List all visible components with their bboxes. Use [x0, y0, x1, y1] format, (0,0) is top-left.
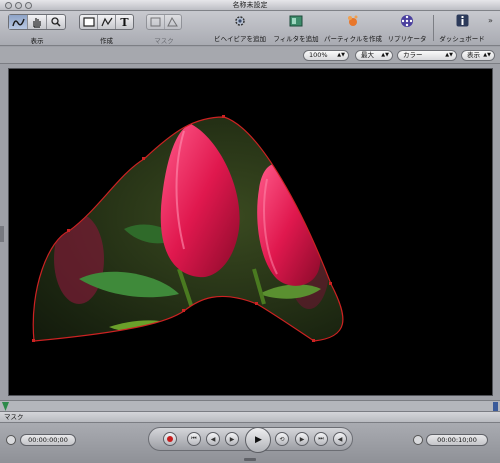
- close-icon[interactable]: [5, 2, 12, 9]
- left-resize-handle[interactable]: [0, 226, 4, 242]
- duration-value: 00:00:10;00: [437, 436, 477, 444]
- previous-frame-button[interactable]: ◀: [206, 432, 220, 446]
- toolbar-divider: [433, 15, 434, 41]
- text-icon[interactable]: T: [116, 15, 133, 29]
- minimize-icon[interactable]: [15, 2, 22, 9]
- popup-arrow-icon: ▲▼: [445, 52, 453, 58]
- add-behavior-button[interactable]: ビヘイビアを追加: [212, 13, 268, 43]
- popup-arrow-icon: ▲▼: [337, 52, 345, 58]
- dashboard-button[interactable]: ダッシュボード: [438, 13, 486, 43]
- masked-flower-image[interactable]: [9, 69, 494, 397]
- play-button[interactable]: ▶: [225, 432, 239, 446]
- overflow-chevron-icon[interactable]: »: [488, 16, 493, 25]
- add-filter-label: フィルタを追加: [273, 35, 319, 43]
- mask-tools-group: [146, 14, 182, 30]
- view-popup[interactable]: 表示 ▲▼: [461, 50, 495, 61]
- next-frame-button[interactable]: ▶: [295, 432, 309, 446]
- timeline-tab-label: マスク: [4, 413, 24, 421]
- bezier-icon[interactable]: [9, 15, 28, 29]
- go-to-end-button[interactable]: ⏭: [314, 432, 328, 446]
- create-group-label: 作成: [100, 37, 113, 45]
- go-to-start-button[interactable]: ⏮: [187, 432, 201, 446]
- channels-value: カラー: [403, 51, 423, 59]
- replicator-label: リプリケータ: [387, 35, 427, 43]
- transport-bar: 00:00:00;00 ⏮ ◀ ▶ ▶ ⟲ ▶ ⏭ ◀ 00:00:10;00: [0, 423, 500, 463]
- view-group-label: 表示: [30, 37, 44, 45]
- magnifier-icon[interactable]: [47, 15, 65, 29]
- create-particle-button[interactable]: パーティクルを作成: [323, 13, 383, 43]
- title-bar: 名称未設定: [0, 0, 500, 11]
- duration-field[interactable]: 00:00:10;00: [426, 434, 488, 446]
- resolution-value: 最大: [361, 51, 374, 59]
- pen-icon[interactable]: [98, 15, 116, 29]
- loop-button[interactable]: ⟲: [275, 432, 289, 446]
- view-value: 表示: [467, 51, 480, 59]
- rectangle-icon[interactable]: [80, 15, 98, 29]
- mini-timeline[interactable]: [0, 400, 500, 412]
- zoom-value: 100%: [309, 51, 328, 59]
- toolbar: 表示 T 作成 マスク ビヘイビアを追加 フィルタを追加 パーティクルを作成 リ…: [0, 11, 500, 46]
- replicator-icon: [399, 13, 415, 28]
- particle-icon: [345, 13, 361, 28]
- record-button[interactable]: [163, 432, 177, 446]
- gear-icon: [232, 13, 248, 28]
- duration-icon: [413, 435, 423, 445]
- play-selection-button[interactable]: ▶: [245, 427, 271, 453]
- create-tools-group: T: [79, 14, 134, 30]
- resolution-popup[interactable]: 最大 ▲▼: [355, 50, 393, 61]
- canvas-viewer[interactable]: [8, 68, 493, 396]
- canvas-options-bar: 100% ▲▼ 最大 ▲▼ カラー ▲▼ 表示 ▲▼: [0, 47, 500, 64]
- bottom-resize-handle[interactable]: [244, 458, 256, 461]
- zoom-popup[interactable]: 100% ▲▼: [303, 50, 349, 61]
- timeline-tab: マスク: [0, 412, 500, 423]
- playhead-icon[interactable]: [2, 402, 9, 411]
- filter-icon: [288, 13, 304, 28]
- current-time-icon: [6, 435, 16, 445]
- audio-button[interactable]: ◀: [333, 432, 347, 446]
- dashboard-label: ダッシュボード: [439, 35, 485, 43]
- add-filter-button[interactable]: フィルタを追加: [270, 13, 322, 43]
- info-icon: [454, 13, 470, 28]
- popup-arrow-icon: ▲▼: [381, 52, 389, 58]
- out-point-marker[interactable]: [493, 402, 498, 411]
- mask-group-label: マスク: [154, 37, 174, 45]
- transport-controls: ⏮ ◀ ▶ ▶ ⟲ ▶ ⏭ ◀: [148, 427, 353, 453]
- current-time-value: 00:00:00;00: [28, 436, 68, 444]
- current-time-field[interactable]: 00:00:00;00: [20, 434, 76, 446]
- hand-icon[interactable]: [28, 15, 47, 29]
- create-particle-label: パーティクルを作成: [324, 35, 382, 43]
- mask-shape-icon[interactable]: [165, 15, 182, 29]
- zoom-icon[interactable]: [25, 2, 32, 9]
- replicator-button[interactable]: リプリケータ: [386, 13, 428, 43]
- window-title: 名称未設定: [232, 1, 268, 9]
- add-behavior-label: ビヘイビアを追加: [214, 35, 266, 43]
- masked-content: [33, 117, 343, 341]
- view-tools-group: [8, 14, 66, 30]
- channels-popup[interactable]: カラー ▲▼: [397, 50, 457, 61]
- mask-rect-icon[interactable]: [147, 15, 165, 29]
- popup-arrow-icon: ▲▼: [483, 52, 491, 58]
